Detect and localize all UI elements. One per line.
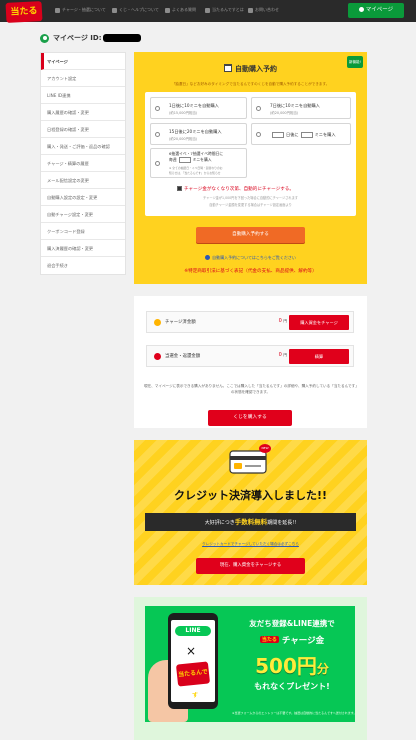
settle-button[interactable]: 精算	[289, 349, 349, 364]
sidebar-item-mypage[interactable]: マイページ	[41, 53, 125, 70]
cross-icon: ×	[186, 644, 197, 658]
winnings-balance-row: 当選金・返還金額 0 円 精算	[146, 345, 354, 367]
count-input[interactable]	[300, 132, 313, 138]
mypage-button[interactable]: マイページ	[348, 3, 404, 18]
auto-purchase-help-link[interactable]: 自動購入予約についてはこちらをご覧ください	[134, 255, 367, 261]
commercial-law-link[interactable]: ※特定商取引法に基づく表記（代金の支払、商品提供、解約等）	[134, 268, 367, 274]
site-logo[interactable]: 当たる	[5, 1, 43, 23]
sidebar-item-purchase-history[interactable]: 購入履歴の確認・変更	[41, 104, 125, 121]
question-icon	[165, 7, 170, 13]
option-1day[interactable]: 1日後に10ミニを自動購入 (約15,000円相当)	[150, 97, 247, 119]
sidebar-item-account[interactable]: アカウント設定	[41, 70, 125, 87]
line-banner-text-1: 友だち登録&LINE連携で	[249, 619, 335, 628]
option-weekly-event[interactable]: 6抽選イベ・7抽選イベ時間日に 毎週 ミニを購入 ※ 全ての抽選日・イベ日時・週替…	[150, 148, 247, 178]
line-banner-text-2: 当たる チャージ金	[259, 636, 325, 646]
radio-button[interactable]	[155, 161, 160, 166]
auto-charge-note-1: チャージ金が1,000円を下回った場合に自動的にチャージされます	[203, 196, 298, 200]
sidebar-item-auto-charge[interactable]: 自動チャージ設定・変更	[41, 206, 125, 223]
prize-icon	[154, 353, 161, 360]
credit-info-link[interactable]: クレジットカードでチャージしていただく場合は必ずこちら	[134, 542, 367, 547]
line-banner-text-3: もれなくプレゼント!	[254, 682, 330, 691]
option-7day[interactable]: 7日後に10ミニを自動購入 (約20,000円相当)	[251, 97, 351, 119]
line-banner-footnote: ※当選フォームからのエントリーは不要です。抽選は自動的に当たるんですへ送付されま…	[232, 711, 357, 715]
auto-charge-checkbox-row[interactable]: チャージ金がなくなり次第、自動的にチャージする。	[177, 186, 294, 192]
info-icon	[205, 7, 210, 13]
auto-purchase-submit-button[interactable]: 自動購入予約する	[196, 227, 305, 243]
sidebar-item-coupon[interactable]: クーポンコード登録	[41, 223, 125, 240]
charge-icon	[55, 7, 60, 13]
credit-charge-button[interactable]: 現在、購入資金をチャージする	[196, 558, 305, 574]
fee-free-band: 大好評につき手数料無料期間を延長!!	[145, 513, 356, 531]
nav-item-about[interactable]: 当たるんですとは	[205, 7, 244, 15]
nav-item-charge[interactable]: チャージ・抽選について	[55, 7, 106, 15]
option-15day[interactable]: 15日後に20ミニを自動購入 (約20,000円相当)	[150, 123, 247, 145]
auto-charge-note-2: 自動チャージ金額を変更する場合はチャージ設定画面より	[209, 203, 292, 207]
option-custom-days[interactable]: 日後に ミニを購入	[251, 123, 351, 145]
user-icon	[358, 7, 364, 12]
coin-icon	[154, 319, 161, 326]
nav-item-faq[interactable]: よくある質問	[165, 7, 196, 15]
calendar-icon	[224, 64, 232, 72]
sidebar-item-mail-settings[interactable]: メール配信設定の変更	[41, 172, 125, 189]
charge-funds-button[interactable]: 購入資金をチャージ	[289, 315, 349, 330]
nav-item-kuji[interactable]: くじ・ヘルプについて	[112, 7, 159, 15]
sidebar-item-purchased[interactable]: 購入済履歴の確認・変更	[41, 240, 125, 257]
radio-button[interactable]	[256, 106, 261, 111]
days-input[interactable]	[272, 132, 284, 138]
auto-purchase-title: 自動購入予約	[134, 64, 367, 74]
radio-button[interactable]	[155, 132, 160, 137]
top-nav-bar: 当たる チャージ・抽選について くじ・ヘルプについて よくある質問 当たるんです…	[0, 0, 416, 23]
sidebar-item-withdraw[interactable]: 退会手続き	[41, 257, 125, 274]
help-icon	[205, 255, 211, 260]
buy-kuji-button[interactable]: くじを購入する	[208, 410, 292, 426]
mail-icon	[248, 7, 253, 13]
no-purchase-note: 現在、マイページに表示できる購入がありません。ここでは購入した「当たるんです」の…	[144, 384, 357, 394]
brand-logo: 当たるんです	[175, 661, 211, 699]
redacted-user-id	[102, 34, 141, 42]
sidebar-item-charge-history[interactable]: チャージ・精算の履歴	[41, 155, 125, 172]
sidebar-item-schedule[interactable]: 日程登録の確認・変更	[41, 121, 125, 138]
charge-balance-row: チャージ済金額 0 円 購入資金をチャージ	[146, 311, 354, 333]
ticket-icon	[112, 7, 117, 13]
checkbox[interactable]	[177, 186, 182, 191]
radio-button[interactable]	[155, 106, 160, 111]
nav-item-contact[interactable]: お問い合わせ	[248, 7, 279, 15]
page-title: マイページ ID:	[40, 33, 141, 43]
sidebar-item-auto-purchase[interactable]: 自動購入設定の設定・変更	[41, 189, 125, 206]
line-logo: LINE	[175, 626, 211, 636]
user-icon	[40, 33, 49, 43]
radio-button[interactable]	[256, 132, 261, 137]
weekly-count-input[interactable]	[178, 157, 191, 163]
auto-purchase-description: 「抽選日」などお好みのタイミングで当たるんですのくじを自動で購入予約することがで…	[171, 82, 330, 86]
sidebar-menu: マイページ アカウント設定 LINE ID連携 購入履歴の確認・変更 日程登録の…	[40, 52, 126, 275]
sidebar-item-line-id[interactable]: LINE ID連携	[41, 87, 125, 104]
line-banner-amount: 500円分	[255, 654, 329, 678]
new-badge: NEW	[259, 444, 271, 453]
credit-headline: クレジット決済導入しました!!	[173, 489, 328, 502]
sidebar-item-shipping[interactable]: 購入・発送・ご評価・返品の確認	[41, 138, 125, 155]
